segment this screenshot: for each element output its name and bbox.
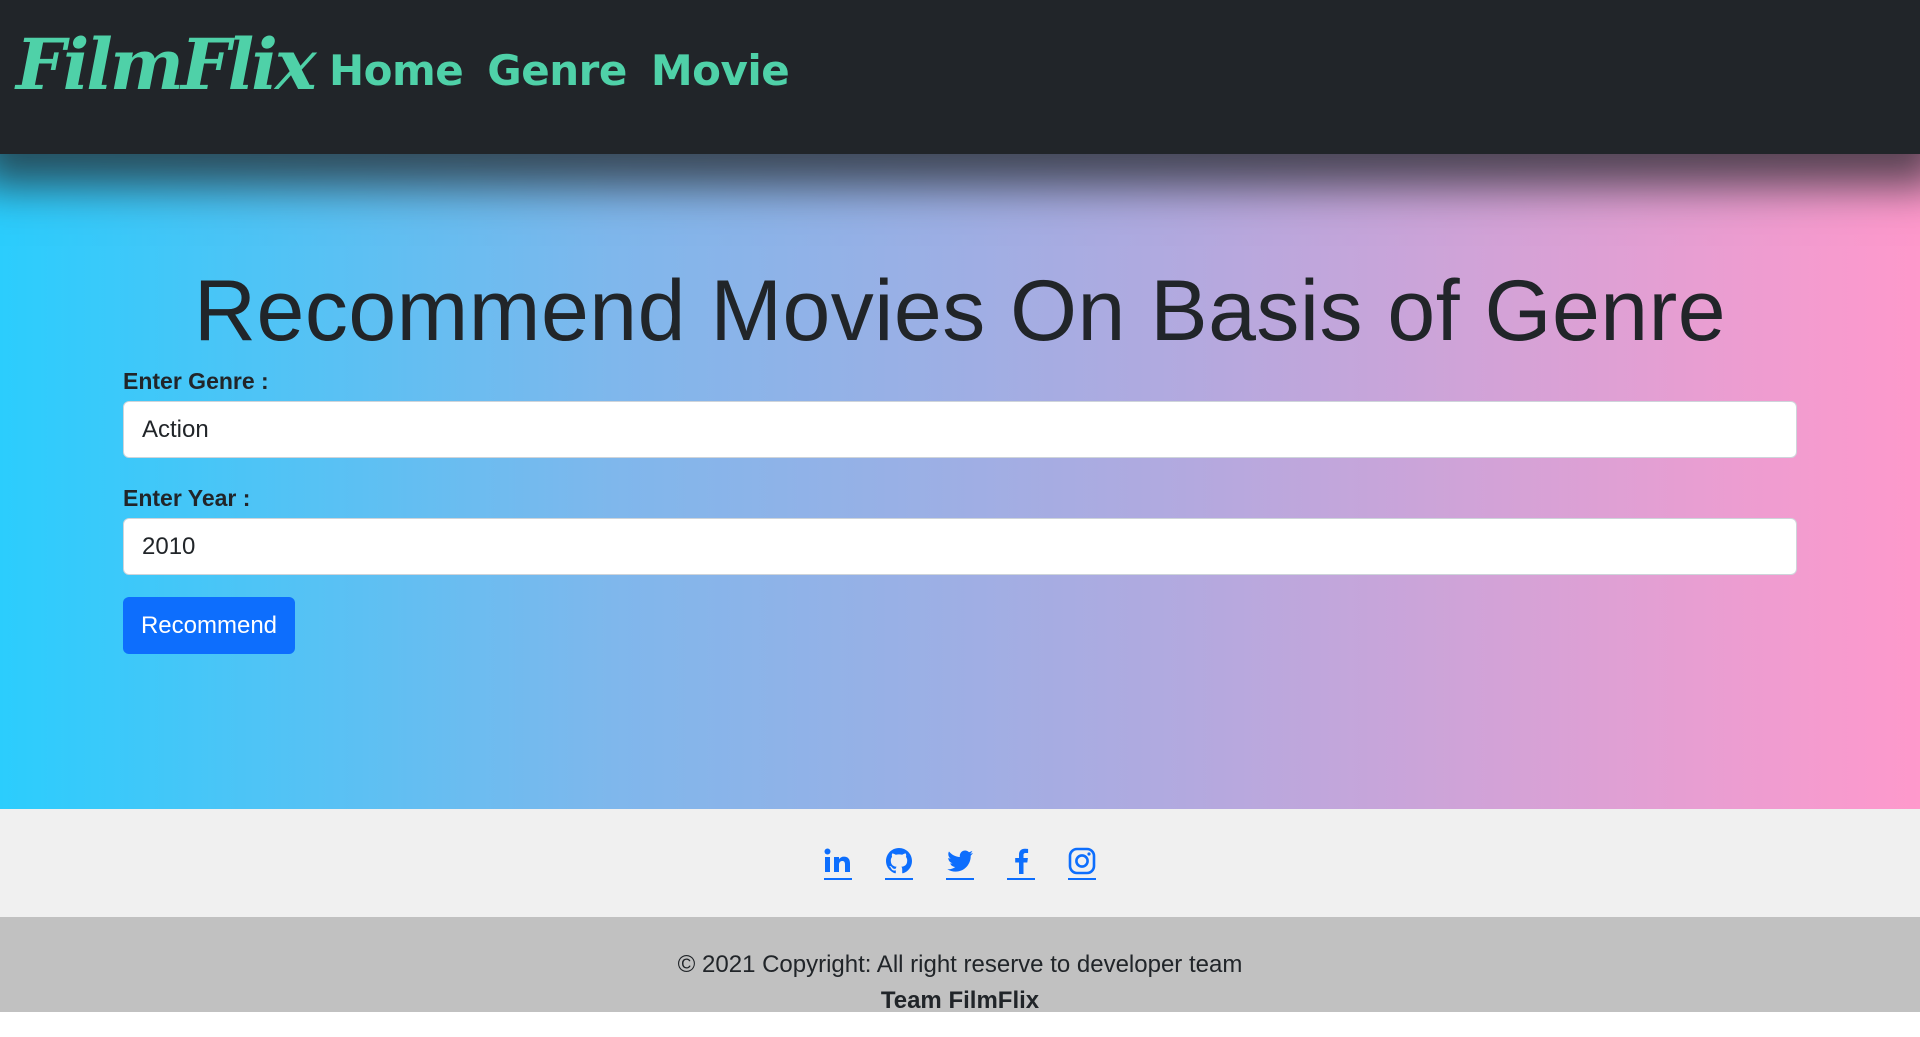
page-title: Recommend Movies On Basis of Genre xyxy=(193,263,1727,359)
github-icon xyxy=(886,848,912,874)
genre-field-group: Enter Genre : xyxy=(123,368,1797,458)
linkedin-icon xyxy=(824,848,850,872)
facebook-icon xyxy=(1015,848,1029,874)
linkedin-link[interactable] xyxy=(823,846,854,880)
social-bar xyxy=(0,809,1920,917)
genre-label: Enter Genre : xyxy=(123,368,269,394)
copyright-footer: © 2021 Copyright: All right reserve to d… xyxy=(0,917,1920,1014)
year-label: Enter Year : xyxy=(123,485,251,511)
hero-section: Recommend Movies On Basis of Genre Enter… xyxy=(0,154,1920,809)
github-link[interactable] xyxy=(884,846,915,880)
instagram-link[interactable] xyxy=(1067,846,1098,880)
twitter-icon xyxy=(947,850,973,872)
brand-logo[interactable]: FilmFlix xyxy=(16,30,317,100)
team-name: Team FilmFlix xyxy=(880,987,1040,1014)
twitter-link[interactable] xyxy=(945,846,976,880)
copyright-text: © 2021 Copyright: All right reserve to d… xyxy=(677,951,1243,978)
year-field-group: Enter Year : xyxy=(123,485,1797,575)
instagram-icon xyxy=(1068,847,1096,875)
recommend-button[interactable]: Recommend xyxy=(123,597,295,654)
nav-link-genre[interactable]: Genre xyxy=(487,50,627,92)
nav-link-home[interactable]: Home xyxy=(329,50,464,92)
facebook-link[interactable] xyxy=(1006,846,1037,880)
genre-input[interactable] xyxy=(123,401,1797,458)
nav-link-movie[interactable]: Movie xyxy=(651,50,790,92)
year-input[interactable] xyxy=(123,518,1797,575)
nav-links: Home Genre Movie xyxy=(329,50,790,92)
navbar: FilmFlix Home Genre Movie xyxy=(0,0,1920,154)
